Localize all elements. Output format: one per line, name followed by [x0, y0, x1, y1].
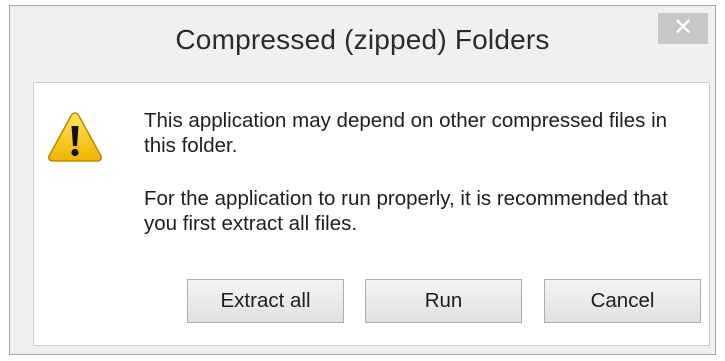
- close-icon: ✕: [672, 14, 694, 41]
- message-secondary: For the application to run properly, it …: [144, 187, 668, 235]
- warning-icon: [48, 112, 102, 162]
- close-button[interactable]: ✕: [658, 13, 708, 44]
- dialog-window: Compressed (zipped) Folders ✕ This appli…: [9, 5, 716, 355]
- dialog-title: Compressed (zipped) Folders: [175, 24, 550, 55]
- title-bar: Compressed (zipped) Folders ✕: [10, 6, 715, 82]
- extract-all-button[interactable]: Extract all: [187, 279, 344, 323]
- dialog-content: This application may depend on other com…: [33, 82, 710, 346]
- run-button[interactable]: Run: [365, 279, 522, 323]
- cancel-button[interactable]: Cancel: [544, 279, 701, 323]
- message-primary: This application may depend on other com…: [144, 109, 668, 157]
